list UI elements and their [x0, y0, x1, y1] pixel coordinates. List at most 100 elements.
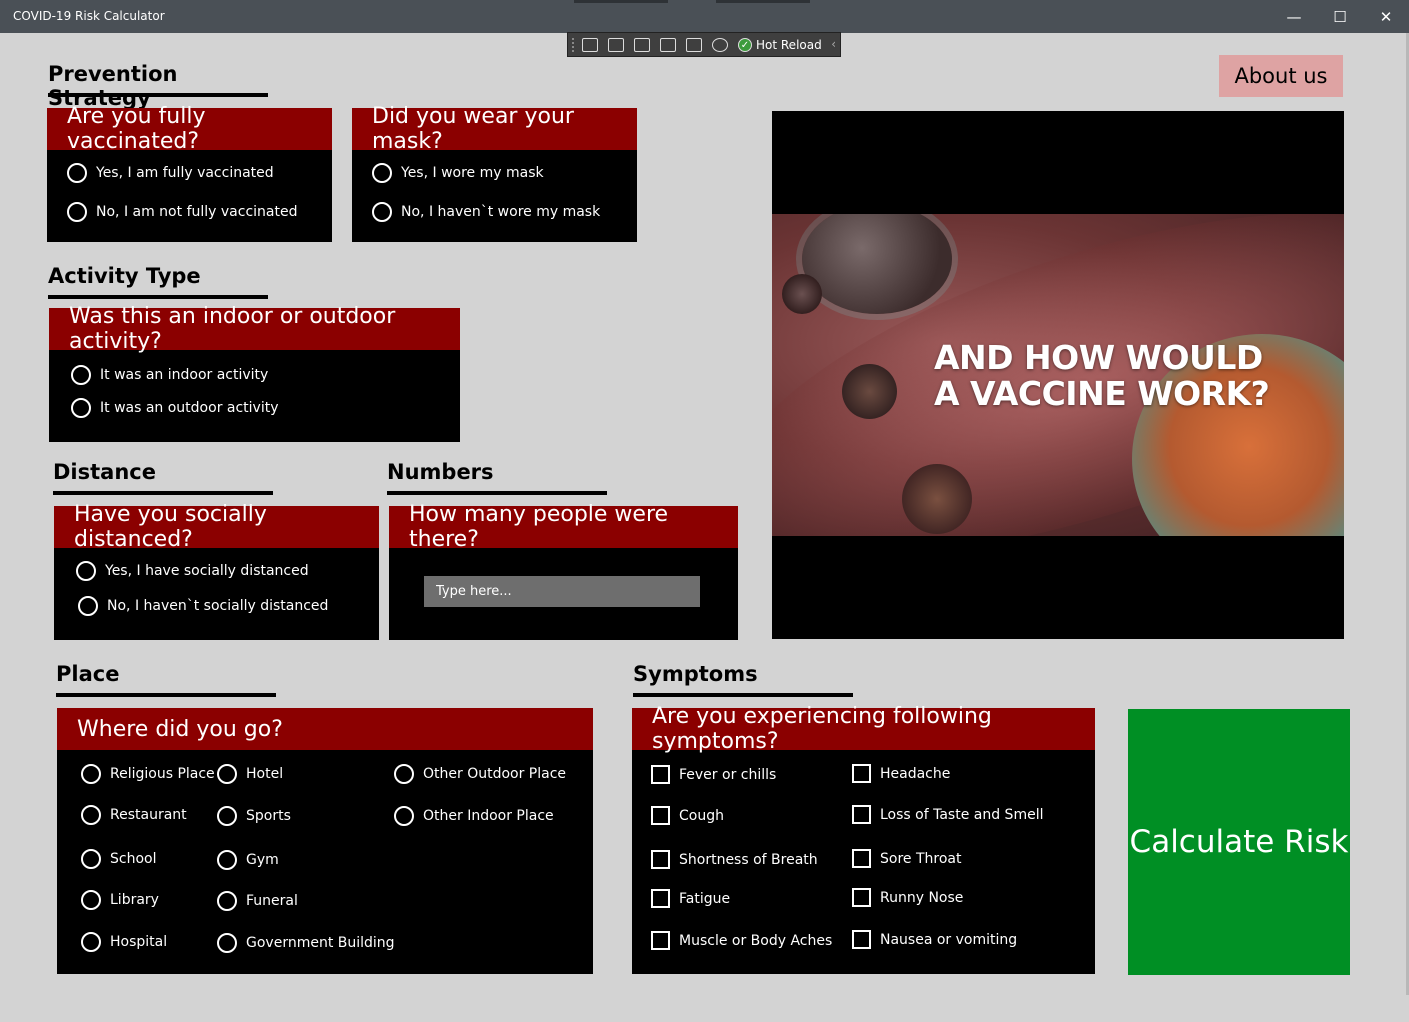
video-frame: AND HOW WOULD A VACCINE WORK?	[772, 214, 1344, 536]
symptom-option[interactable]: Fatigue	[651, 889, 730, 908]
section-heading-distance: Distance	[53, 460, 273, 495]
place-option[interactable]: Religious Place	[81, 764, 215, 784]
radio-button[interactable]	[217, 806, 237, 826]
distance-question: Have you socially distanced?	[54, 502, 379, 552]
distance-option-no[interactable]: No, I haven`t socially distanced	[78, 596, 328, 616]
vaccinated-option-no[interactable]: No, I am not fully vaccinated	[67, 202, 297, 222]
place-option[interactable]: Government Building	[217, 933, 395, 953]
radio-button[interactable]	[217, 933, 237, 953]
radio-button[interactable]	[81, 764, 101, 784]
radio-button[interactable]	[394, 806, 414, 826]
xaml-debug-toolbar: ✓ Hot Reload ‹	[567, 32, 841, 57]
vaccinated-option-yes[interactable]: Yes, I am fully vaccinated	[67, 163, 274, 183]
section-heading-activity: Activity Type	[48, 264, 268, 299]
radio-button[interactable]	[71, 398, 91, 418]
radio-button[interactable]	[372, 163, 392, 183]
mask-question: Did you wear your mask?	[352, 104, 637, 154]
checkbox[interactable]	[651, 806, 670, 825]
calculate-risk-button[interactable]: Calculate Risk	[1128, 709, 1350, 975]
symptom-option[interactable]: Runny Nose	[852, 888, 963, 907]
radio-button[interactable]	[217, 764, 237, 784]
radio-button[interactable]	[217, 891, 237, 911]
option-label: No, I haven`t wore my mask	[401, 204, 601, 220]
place-option[interactable]: Other Outdoor Place	[394, 764, 566, 784]
option-label: Gym	[246, 852, 279, 868]
checkbox[interactable]	[852, 764, 871, 783]
place-option[interactable]: School	[81, 849, 156, 869]
track-focus-icon[interactable]	[660, 37, 676, 52]
radio-button[interactable]	[78, 596, 98, 616]
checkbox[interactable]	[852, 805, 871, 824]
place-option[interactable]: Funeral	[217, 891, 298, 911]
radio-button[interactable]	[67, 202, 87, 222]
place-option[interactable]: Hospital	[81, 932, 167, 952]
checkbox[interactable]	[852, 888, 871, 907]
checkbox[interactable]	[651, 765, 670, 784]
option-label: Other Indoor Place	[423, 808, 554, 824]
radio-button[interactable]	[81, 932, 101, 952]
mask-option-no[interactable]: No, I haven`t wore my mask	[372, 202, 600, 222]
collapse-chevron-icon[interactable]: ‹	[831, 37, 836, 51]
place-option[interactable]: Hotel	[217, 764, 283, 784]
symptom-option[interactable]: Fever or chills	[651, 765, 776, 784]
place-option[interactable]: Other Indoor Place	[394, 806, 554, 826]
virus-particle-image	[902, 464, 972, 534]
video-player[interactable]: AND HOW WOULD A VACCINE WORK?	[772, 111, 1344, 639]
radio-button[interactable]	[76, 561, 96, 581]
place-option[interactable]: Sports	[217, 806, 291, 826]
people-count-input[interactable]	[424, 576, 700, 607]
option-label: Nausea or vomiting	[880, 931, 1018, 948]
binding-failures-icon[interactable]	[712, 37, 728, 52]
symptom-option[interactable]: Nausea or vomiting	[852, 930, 1017, 949]
symptom-option[interactable]: Sore Throat	[852, 849, 961, 868]
maximize-button[interactable]: ☐	[1317, 0, 1363, 33]
virus-particle-image	[842, 364, 897, 419]
toolbar-grip[interactable]	[572, 37, 576, 52]
display-layout-adorners-icon[interactable]	[634, 37, 650, 52]
vaccinated-card: Are you fully vaccinated? Yes, I am full…	[47, 104, 332, 242]
place-option[interactable]: Gym	[217, 850, 279, 870]
distance-option-yes[interactable]: Yes, I have socially distanced	[76, 561, 309, 581]
place-option[interactable]: Library	[81, 890, 159, 910]
symptom-option[interactable]: Loss of Taste and Smell	[852, 805, 1043, 824]
numbers-question: How many people were there?	[389, 502, 738, 552]
radio-button[interactable]	[394, 764, 414, 784]
checkbox[interactable]	[651, 889, 670, 908]
symptoms-card: Are you experiencing following symptoms?…	[632, 704, 1095, 974]
place-option[interactable]: Restaurant	[81, 805, 187, 825]
about-us-button[interactable]: About us	[1219, 55, 1343, 97]
preview-selection-icon[interactable]	[686, 37, 702, 52]
checkbox[interactable]	[651, 931, 670, 950]
activity-option-indoor[interactable]: It was an indoor activity	[71, 365, 268, 385]
checkbox[interactable]	[651, 850, 670, 869]
radio-button[interactable]	[372, 202, 392, 222]
radio-button[interactable]	[81, 805, 101, 825]
symptom-option[interactable]: Muscle or Body Aches	[651, 931, 832, 950]
checkbox[interactable]	[852, 849, 871, 868]
symptom-option[interactable]: Shortness of Breath	[651, 850, 818, 869]
option-label: Yes, I am fully vaccinated	[96, 165, 274, 181]
option-label: Fatigue	[679, 890, 731, 907]
close-button[interactable]: ✕	[1363, 0, 1409, 33]
checkbox[interactable]	[852, 930, 871, 949]
symptom-option[interactable]: Cough	[651, 806, 724, 825]
mask-option-yes[interactable]: Yes, I wore my mask	[372, 163, 544, 183]
radio-button[interactable]	[67, 163, 87, 183]
option-label: Funeral	[246, 893, 298, 909]
video-caption-line: A VACCINE WORK?	[934, 374, 1270, 413]
live-visual-tree-icon[interactable]	[582, 37, 598, 52]
video-caption-line: AND HOW WOULD	[934, 338, 1263, 377]
symptom-option[interactable]: Headache	[852, 764, 950, 783]
activity-option-outdoor[interactable]: It was an outdoor activity	[71, 398, 279, 418]
radio-button[interactable]	[217, 850, 237, 870]
radio-button[interactable]	[81, 890, 101, 910]
radio-button[interactable]	[81, 849, 101, 869]
select-element-icon[interactable]	[608, 37, 624, 52]
option-label: It was an outdoor activity	[100, 400, 279, 416]
radio-button[interactable]	[71, 365, 91, 385]
option-label: Shortness of Breath	[679, 851, 818, 868]
minimize-button[interactable]: —	[1271, 0, 1317, 33]
window-title: COVID-19 Risk Calculator	[13, 9, 165, 23]
hot-reload-label[interactable]: Hot Reload	[756, 38, 822, 52]
distance-card: Have you socially distanced? Yes, I have…	[54, 502, 379, 640]
